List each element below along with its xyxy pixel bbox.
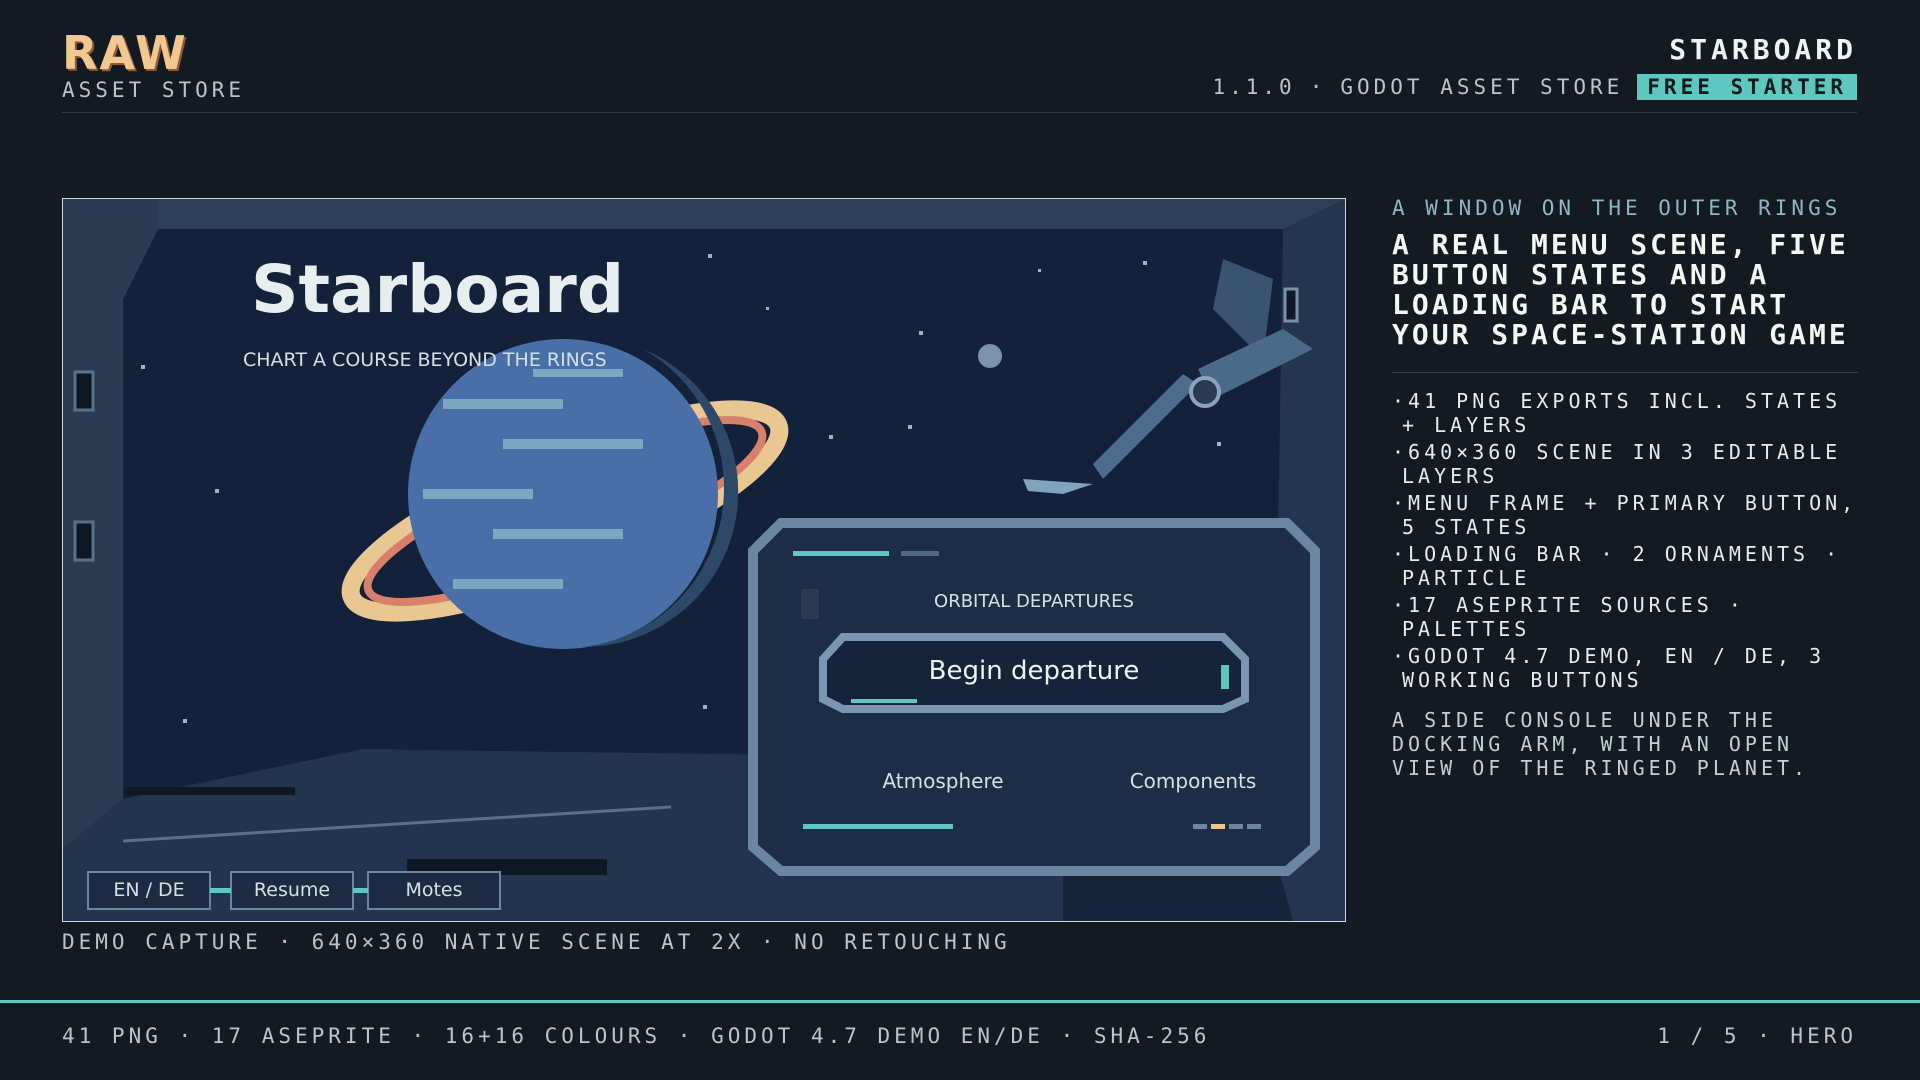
feature-item: ·640×360 SCENE IN 3 EDITABLE LAYERS bbox=[1392, 440, 1842, 488]
feature-item: ·17 ASEPRITE SOURCES · PALETTES bbox=[1392, 593, 1745, 641]
resume-button[interactable]: Resume bbox=[231, 872, 353, 909]
feature-item: ·41 PNG EXPORTS INCL. STATES + LAYERS bbox=[1392, 389, 1842, 437]
feature-item: ·GODOT 4.7 DEMO, EN / DE, 3 WORKING BUTT… bbox=[1392, 644, 1826, 692]
version: 1.1.0 bbox=[1212, 75, 1296, 99]
console-vent bbox=[125, 787, 295, 795]
begin-departure-button[interactable]: Begin departure bbox=[823, 637, 1245, 709]
tab-atmosphere[interactable]: Atmosphere bbox=[843, 769, 1043, 793]
brand-logo: RAW bbox=[62, 26, 188, 80]
footer-stats: 41 PNG · 17 ASEPRITE · 16+16 COLOURS · G… bbox=[62, 1024, 1211, 1048]
side-blurb: A SIDE CONSOLE UNDER THE DOCKING ARM, WI… bbox=[1392, 708, 1810, 780]
tab-components[interactable]: Components bbox=[1093, 769, 1293, 793]
free-starter-badge: FREE STARTER bbox=[1637, 74, 1857, 100]
scene-preview: Starboard CHART A COURSE BEYOND THE RING… bbox=[62, 198, 1346, 922]
feature-list: ·41 PNG EXPORTS INCL. STATES + LAYERS ·6… bbox=[1392, 389, 1858, 692]
product-name: STARBOARD bbox=[1669, 33, 1857, 66]
meta-line: 1.1.0 · GODOT ASSET STORE FREE STARTER bbox=[1212, 74, 1857, 100]
brand: RAW ASSET STORE bbox=[62, 30, 245, 102]
motes-button[interactable]: Motes bbox=[368, 872, 500, 909]
top-frame bbox=[158, 199, 1345, 229]
side-headline: A REAL MENU SCENE, FIVE BUTTON STATES AN… bbox=[1392, 228, 1849, 351]
brand-subtitle: ASSET STORE bbox=[62, 78, 246, 102]
footer-divider bbox=[0, 1000, 1920, 1003]
product-header: STARBOARD 1.1.0 · GODOT ASSET STORE FREE… bbox=[1212, 34, 1857, 100]
preview-caption: DEMO CAPTURE · 640×360 NATIVE SCENE AT 2… bbox=[62, 930, 1011, 954]
footer-page-indicator: 1 / 5 · HERO bbox=[1657, 1024, 1857, 1048]
store-name: GODOT ASSET STORE bbox=[1340, 75, 1624, 99]
feature-item: ·MENU FRAME + PRIMARY BUTTON, 5 STATES bbox=[1392, 491, 1858, 539]
meta-separator: · bbox=[1309, 75, 1327, 99]
scene-title: Starboard bbox=[251, 251, 625, 328]
language-toggle-button[interactable]: EN / DE bbox=[88, 872, 210, 909]
scene-tagline: CHART A COURSE BEYOND THE RINGS bbox=[243, 349, 607, 371]
side-kicker: A WINDOW ON THE OUTER RINGS bbox=[1392, 196, 1842, 220]
feature-item: ·LOADING BAR · 2 ORNAMENTS · PARTICLE bbox=[1392, 542, 1842, 590]
button-connector-1 bbox=[210, 888, 231, 893]
wall-light-1 bbox=[73, 370, 95, 412]
button-connector-2 bbox=[353, 888, 368, 893]
small-moon bbox=[978, 344, 1002, 368]
side-panel: A WINDOW ON THE OUTER RINGS A REAL MENU … bbox=[1392, 196, 1858, 780]
side-divider bbox=[1392, 372, 1858, 373]
panel-title: ORBITAL DEPARTURES bbox=[934, 591, 1134, 612]
wall-light-2 bbox=[73, 520, 95, 562]
header-divider bbox=[62, 112, 1857, 113]
